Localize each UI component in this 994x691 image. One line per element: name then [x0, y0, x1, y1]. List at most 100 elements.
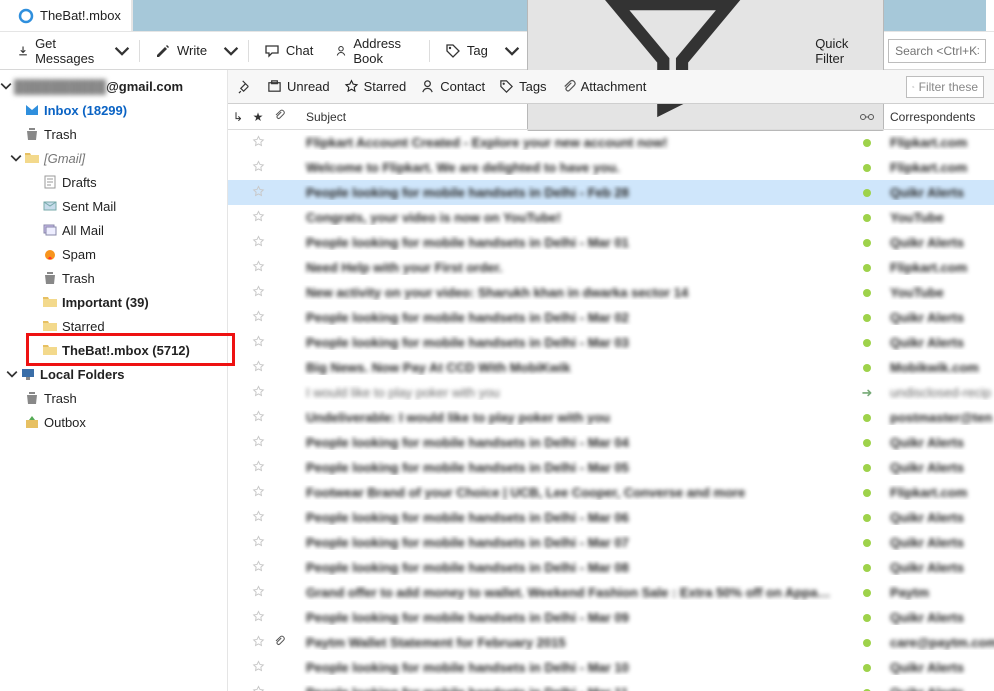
message-row[interactable]: Grand offer to add money to wallet. Week… — [228, 580, 994, 605]
starred-filter[interactable]: Starred — [344, 79, 407, 94]
message-row[interactable]: Congrats, your video is now on YouTube!Y… — [228, 205, 994, 230]
folder-outbox[interactable]: Outbox — [0, 410, 227, 434]
message-row[interactable]: Big News. Now Pay At CCD With MobiKwikMo… — [228, 355, 994, 380]
star-toggle[interactable] — [248, 460, 268, 476]
correspondent-cell: Quikr Alerts — [884, 460, 994, 475]
filter-label: Tags — [519, 79, 546, 94]
col-read[interactable] — [850, 110, 884, 124]
star-toggle[interactable] — [248, 485, 268, 501]
message-row[interactable]: People looking for mobile handsets in De… — [228, 330, 994, 355]
message-row[interactable]: Paytm Wallet Statement for February 2015… — [228, 630, 994, 655]
contact-filter[interactable]: Contact — [420, 79, 485, 94]
folder-tree: ██████████ @gmail.com Inbox (18299) Tras… — [0, 70, 228, 691]
search-icon — [912, 81, 915, 93]
star-icon — [252, 185, 265, 198]
folder-gmail-trash[interactable]: Trash — [0, 266, 227, 290]
subject-cell: People looking for mobile handsets in De… — [290, 335, 850, 350]
subject-cell: Undeliverable: I would like to play poke… — [290, 410, 850, 425]
subject-cell: People looking for mobile handsets in De… — [290, 560, 850, 575]
star-toggle[interactable] — [248, 435, 268, 451]
correspondent-cell: Quikr Alerts — [884, 335, 994, 350]
message-row[interactable]: People looking for mobile handsets in De… — [228, 230, 994, 255]
star-toggle[interactable] — [248, 660, 268, 676]
star-toggle[interactable] — [248, 685, 268, 691]
message-row[interactable]: People looking for mobile handsets in De… — [228, 180, 994, 205]
tag-button[interactable]: Tag — [436, 38, 497, 64]
col-attach[interactable] — [268, 109, 290, 124]
folder-label: Important (39) — [62, 295, 149, 310]
window-tab[interactable]: TheBat!.mbox — [8, 0, 132, 31]
message-list-body[interactable]: Flipkart Account Created - Explore your … — [228, 130, 994, 691]
col-subject[interactable]: Subject — [290, 110, 850, 124]
write-button[interactable]: Write — [146, 38, 216, 64]
message-row[interactable]: People looking for mobile handsets in De… — [228, 305, 994, 330]
folder-label: Starred — [62, 319, 105, 334]
contact-icon — [335, 43, 347, 59]
tag-dropdown[interactable] — [501, 38, 523, 64]
star-toggle[interactable] — [248, 210, 268, 226]
correspondent-cell: Quikr Alerts — [884, 660, 994, 675]
message-row[interactable]: People looking for mobile handsets in De… — [228, 455, 994, 480]
folder-icon — [42, 342, 58, 358]
star-toggle[interactable] — [248, 285, 268, 301]
message-row[interactable]: People looking for mobile handsets in De… — [228, 430, 994, 455]
star-toggle[interactable] — [248, 260, 268, 276]
correspondent-cell: Flipkart.com — [884, 135, 994, 150]
message-row[interactable]: New activity on your video: Sharukh khan… — [228, 280, 994, 305]
read-cell — [850, 260, 884, 275]
star-toggle[interactable] — [248, 385, 268, 401]
folder-spam[interactable]: Spam — [0, 242, 227, 266]
message-row[interactable]: People looking for mobile handsets in De… — [228, 680, 994, 691]
star-icon — [252, 510, 265, 523]
attachment-filter[interactable]: Attachment — [561, 79, 647, 94]
star-toggle[interactable] — [248, 160, 268, 176]
col-thread[interactable]: ↳ — [228, 110, 248, 124]
subject-cell: Welcome to Flipkart. We are delighted to… — [290, 160, 850, 175]
get-messages-dropdown[interactable] — [111, 38, 133, 64]
message-row[interactable]: People looking for mobile handsets in De… — [228, 655, 994, 680]
subject-cell: People looking for mobile handsets in De… — [290, 460, 850, 475]
get-messages-button[interactable]: Get Messages — [8, 31, 107, 71]
read-cell — [850, 585, 884, 600]
star-toggle[interactable] — [248, 560, 268, 576]
message-row[interactable]: Flipkart Account Created - Explore your … — [228, 130, 994, 155]
message-row[interactable]: Need Help with your First order.Flipkart… — [228, 255, 994, 280]
folder-gmail[interactable]: [Gmail] — [0, 146, 227, 170]
star-toggle[interactable] — [248, 360, 268, 376]
filter-label: Starred — [364, 79, 407, 94]
message-row[interactable]: People looking for mobile handsets in De… — [228, 555, 994, 580]
star-toggle[interactable] — [248, 310, 268, 326]
search-input[interactable] — [888, 39, 986, 63]
star-toggle[interactable] — [248, 610, 268, 626]
star-toggle[interactable] — [248, 535, 268, 551]
global-search[interactable] — [888, 39, 986, 63]
star-toggle[interactable] — [248, 235, 268, 251]
message-row[interactable]: People looking for mobile handsets in De… — [228, 505, 994, 530]
write-dropdown[interactable] — [220, 38, 242, 64]
pencil-icon — [155, 43, 171, 59]
col-correspondents[interactable]: Correspondents — [884, 110, 994, 124]
pin-filter[interactable] — [238, 79, 253, 94]
unread-filter[interactable]: Unread — [267, 79, 330, 94]
message-row[interactable]: People looking for mobile handsets in De… — [228, 530, 994, 555]
star-toggle[interactable] — [248, 185, 268, 201]
star-toggle[interactable] — [248, 335, 268, 351]
star-toggle[interactable] — [248, 410, 268, 426]
chat-button[interactable]: Chat — [255, 38, 322, 64]
message-row[interactable]: Undeliverable: I would like to play poke… — [228, 405, 994, 430]
message-row[interactable]: Welcome to Flipkart. We are delighted to… — [228, 155, 994, 180]
star-toggle[interactable] — [248, 585, 268, 601]
message-row[interactable]: I would like to play poker with you➜undi… — [228, 380, 994, 405]
quick-filter-bar: Unread Starred Contact Tags Attachment F… — [228, 70, 994, 104]
star-toggle[interactable] — [248, 635, 268, 651]
col-star[interactable]: ★ — [248, 110, 268, 124]
star-toggle[interactable] — [248, 510, 268, 526]
message-row[interactable]: People looking for mobile handsets in De… — [228, 605, 994, 630]
attach-cell — [268, 635, 290, 650]
message-row[interactable]: Footwear Brand of your Choice | UCB, Lee… — [228, 480, 994, 505]
tags-filter[interactable]: Tags — [499, 79, 546, 94]
filter-search[interactable]: Filter these — [906, 76, 984, 98]
star-toggle[interactable] — [248, 135, 268, 151]
correspondent-cell: Flipkart.com — [884, 485, 994, 500]
address-book-button[interactable]: Address Book — [326, 31, 423, 71]
